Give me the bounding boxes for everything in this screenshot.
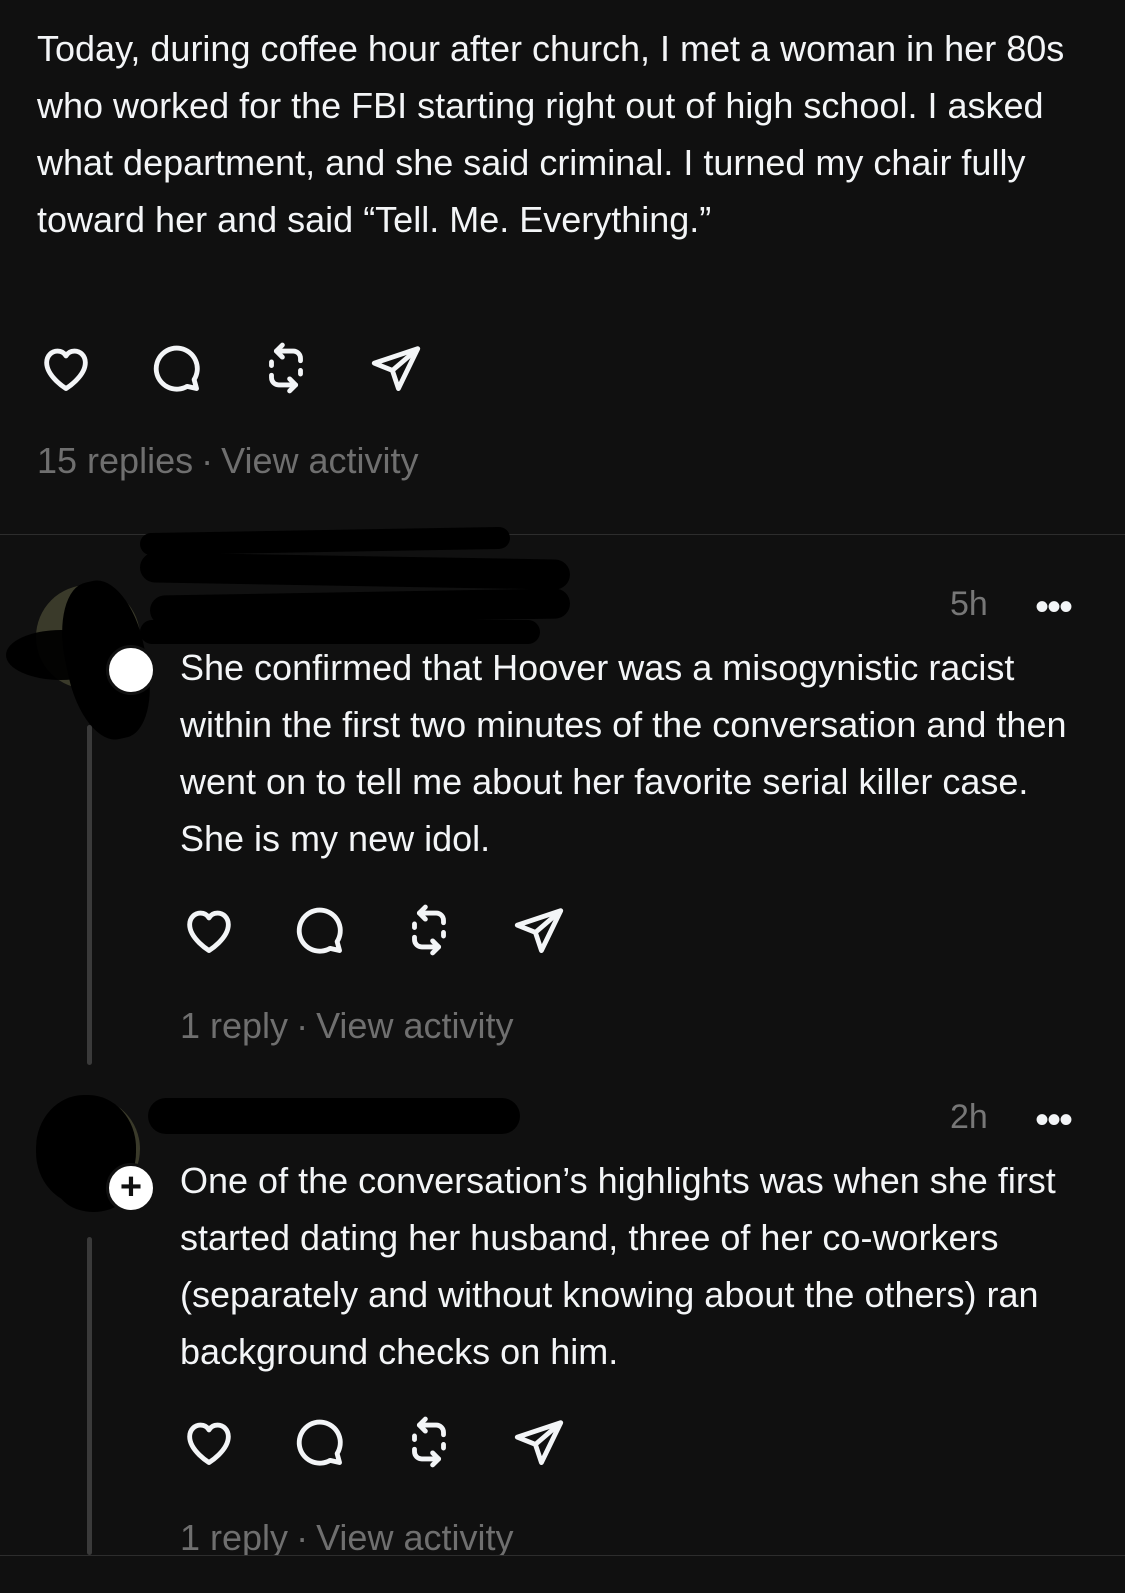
repost-button[interactable]: [399, 900, 459, 960]
heart-icon: [44, 348, 88, 391]
plus-icon[interactable]: +: [106, 1163, 156, 1213]
heart-icon: [187, 910, 231, 953]
like-button[interactable]: [179, 900, 239, 960]
replies-count-link[interactable]: 15 replies: [37, 440, 193, 481]
share-icon: [514, 908, 564, 953]
repost-icon: [269, 342, 303, 394]
more-icon[interactable]: •••: [1035, 585, 1073, 630]
thread-line: [87, 725, 92, 1065]
comment-button[interactable]: [146, 338, 206, 398]
post-actions: [36, 338, 476, 398]
reply-actions: [179, 900, 619, 960]
post-meta: 15 replies · View activity: [37, 440, 419, 482]
share-button[interactable]: [366, 338, 426, 398]
reply-meta: 1 reply · View activity: [180, 1517, 513, 1559]
repost-icon: [412, 904, 446, 956]
view-activity-link[interactable]: View activity: [316, 1005, 513, 1046]
repost-button[interactable]: [399, 1412, 459, 1472]
reply-time: 2h: [950, 1098, 988, 1136]
view-activity-link[interactable]: View activity: [316, 1517, 513, 1558]
comment-icon: [296, 1419, 343, 1466]
reply-meta: 1 reply · View activity: [180, 1005, 513, 1047]
separator: ·: [296, 1517, 309, 1558]
reply-actions: [179, 1412, 619, 1472]
repost-button[interactable]: [256, 338, 316, 398]
share-icon: [371, 346, 421, 391]
comment-button[interactable]: [289, 900, 349, 960]
comment-icon: [296, 907, 343, 954]
reply-time: 5h: [950, 585, 988, 623]
share-button[interactable]: [509, 900, 569, 960]
reply-text: She confirmed that Hoover was a misogyni…: [180, 647, 1067, 859]
more-icon[interactable]: •••: [1035, 1098, 1073, 1143]
comment-icon: [153, 345, 200, 392]
view-activity-link[interactable]: View activity: [221, 440, 418, 481]
redacted-username: [139, 552, 571, 590]
thread-line: [87, 1237, 92, 1555]
like-button[interactable]: [179, 1412, 239, 1472]
redacted-username: [139, 526, 511, 556]
share-icon: [514, 1420, 564, 1465]
like-button[interactable]: [36, 338, 96, 398]
separator: ·: [296, 1005, 309, 1046]
plus-icon[interactable]: [106, 645, 156, 695]
separator: ·: [201, 440, 214, 481]
reply-count-link[interactable]: 1 reply: [180, 1517, 288, 1558]
reply-text: One of the conversation’s highlights was…: [180, 1160, 1056, 1372]
post-text: Today, during coffee hour after church, …: [37, 28, 1065, 240]
repost-icon: [412, 1416, 446, 1468]
comment-button[interactable]: [289, 1412, 349, 1472]
heart-icon: [187, 1422, 231, 1465]
redacted-username: [148, 1098, 520, 1134]
reply-count-link[interactable]: 1 reply: [180, 1005, 288, 1046]
bottom-bar: [0, 1555, 1125, 1593]
share-button[interactable]: [509, 1412, 569, 1472]
